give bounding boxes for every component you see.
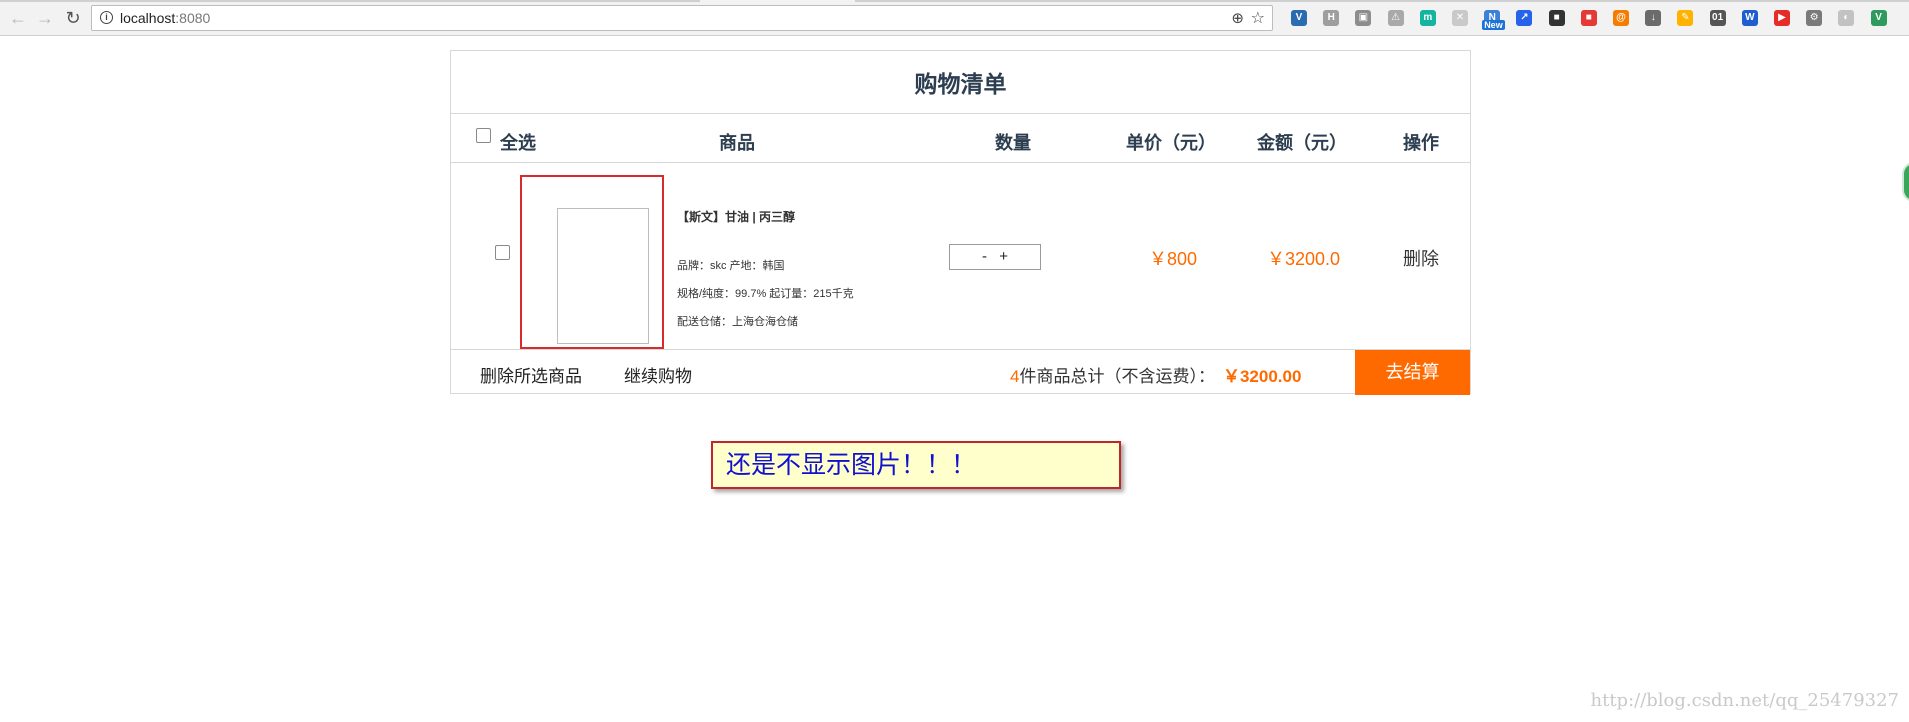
forward-arrow-icon[interactable]: →	[33, 6, 57, 30]
product-image-highlight	[520, 175, 664, 349]
cart-total: 4件商品总计（不含运费）： ￥3200.00	[1010, 362, 1301, 387]
checkout-button[interactable]: 去结算	[1355, 350, 1470, 395]
grey-extension-icon[interactable]: ◐	[1838, 10, 1855, 26]
select-all-checkbox[interactable]	[476, 128, 491, 143]
product-warehouse: 配送仓储：上海仓海仓储	[677, 316, 798, 328]
m-extension-icon[interactable]: m	[1419, 10, 1436, 26]
h-extension-icon[interactable]: H	[1323, 10, 1340, 26]
reload-icon[interactable]: ↻	[61, 6, 85, 30]
product-brand: 品牌：skc 产地：韩国	[677, 260, 785, 272]
red-extension-icon[interactable]: ✕	[1452, 10, 1468, 26]
new-badge: New	[1482, 20, 1505, 30]
info-icon[interactable]: i	[100, 11, 113, 24]
header-unit-price: 单价（元）	[1126, 133, 1216, 153]
url-port: :8080	[175, 10, 211, 26]
select-all-label[interactable]: 全选	[500, 129, 536, 155]
product-image-placeholder[interactable]	[557, 208, 649, 344]
quantity-stepper[interactable]: - +	[949, 244, 1041, 270]
quantity-plus-button[interactable]: +	[995, 248, 1012, 265]
new-extension-icon[interactable]: N New	[1482, 10, 1505, 30]
youtube-extension-icon[interactable]: ▶	[1774, 10, 1790, 26]
zoom-icon[interactable]: ⊕	[1231, 9, 1244, 27]
delete-item-link[interactable]: 删除	[1403, 245, 1439, 271]
product-spec: 规格/纯度：99.7% 起订量：215千克	[677, 288, 854, 300]
cart-footer: 删除所选商品 继续购物 4件商品总计（不含运费）： ￥3200.00 去结算	[451, 349, 1470, 395]
url-host: localhost	[120, 10, 176, 26]
header-quantity: 数量	[995, 133, 1031, 153]
star-icon[interactable]: ☆	[1251, 8, 1265, 28]
01-extension-icon[interactable]: 01	[1709, 10, 1726, 26]
tab-strip-line	[855, 0, 1909, 2]
red-square-extension-icon[interactable]: ■	[1580, 10, 1597, 26]
product-name[interactable]: 【斯文】甘油 | 丙三醇	[677, 208, 795, 225]
continue-shopping-link[interactable]: 继续购物	[624, 362, 692, 387]
quantity-minus-button[interactable]: -	[978, 248, 991, 265]
square-extension-icon[interactable]: ▣	[1355, 10, 1372, 26]
watermark: http://blog.csdn.net/qq_25479327	[1590, 690, 1900, 711]
cart-title: 购物清单	[451, 51, 1470, 114]
w-extension-icon[interactable]: W	[1741, 10, 1758, 26]
v-extension-icon[interactable]: V	[1291, 10, 1307, 26]
unit-price: ￥800	[1149, 249, 1198, 269]
total-label: 件商品总计（不含运费）：	[1019, 367, 1215, 386]
header-product: 商品	[719, 133, 755, 153]
address-bar[interactable]: i localhost:8080 ⊕ ☆	[91, 5, 1273, 31]
total-value: ￥3200.00	[1222, 367, 1302, 386]
annotation-note: 还是不显示图片！！！	[711, 441, 1121, 489]
floating-helper-bubble[interactable]	[1902, 162, 1909, 202]
blue-extension-icon[interactable]: ↗	[1516, 10, 1533, 26]
header-amount: 金额（元）	[1257, 133, 1347, 153]
item-amount: ￥3200.0	[1267, 249, 1341, 269]
gear-extension-icon[interactable]: ⚙	[1806, 10, 1823, 26]
url-text[interactable]: localhost:8080	[120, 10, 210, 26]
browser-toolbar: ← → ↻ i localhost:8080 ⊕ ☆ V H ▣ ⚠ m ✕ N New ↗ ■ ■…	[0, 0, 1909, 36]
tab-strip-line	[0, 0, 700, 2]
header-action: 操作	[1403, 133, 1439, 153]
shopping-cart: 购物清单 全选 商品 数量 单价（元） 金额（元） 操作 【斯文】甘油 | 丙三…	[450, 50, 1471, 395]
page-extension-icon[interactable]: ↓	[1645, 10, 1662, 26]
cart-item-row: 【斯文】甘油 | 丙三醇 品牌：skc 产地：韩国 规格/纯度：99.7% 起订…	[451, 163, 1470, 349]
triangle-extension-icon[interactable]: ⚠	[1387, 10, 1404, 26]
back-arrow-icon[interactable]: ←	[6, 6, 30, 30]
rainbow-extension-icon[interactable]: ✎	[1677, 10, 1694, 26]
orange-extension-icon[interactable]: @	[1613, 10, 1629, 26]
dark-extension-icon[interactable]: ■	[1548, 10, 1565, 26]
delete-selected-link[interactable]: 删除所选商品	[480, 362, 582, 387]
cart-table-header: 全选 商品 数量 单价（元） 金额（元） 操作	[451, 114, 1470, 163]
item-checkbox[interactable]	[495, 245, 510, 260]
vue-extension-icon[interactable]: V	[1870, 10, 1887, 26]
